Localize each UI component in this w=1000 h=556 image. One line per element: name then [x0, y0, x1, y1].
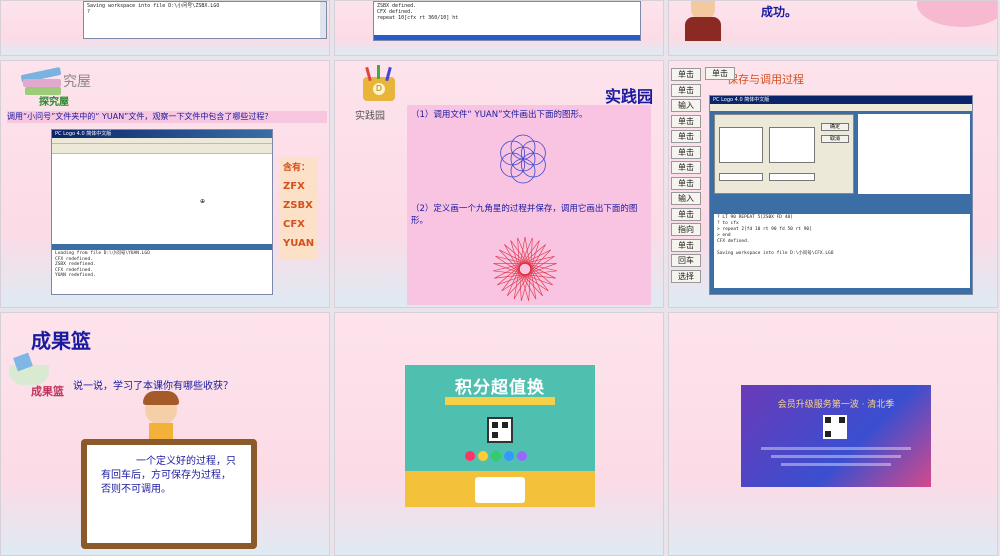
question-text: 说一说，学习了本课你有哪些收获？	[73, 381, 233, 392]
logo-window: PC Logo 4.0 简体中文版 ⊕ Loading from file D:…	[51, 129, 273, 295]
menu-bar[interactable]	[710, 104, 972, 111]
banner-title: 会员升级服务第一波 · 清北季	[777, 400, 895, 410]
step-label: 单击	[671, 176, 701, 190]
taskbar	[374, 35, 640, 40]
top-click-label: 单击	[705, 67, 735, 80]
pencil-cup-icon: D	[357, 65, 401, 101]
slide-sorter-grid: Saving workspace into file D:\小问号\ZSBX.L…	[0, 0, 1000, 556]
step-label: 输入	[671, 99, 701, 112]
console-text: Loading from file D:\小问号\YUAN.LGO CFX re…	[55, 251, 150, 278]
slide-thumbnail-6[interactable]: 保存与调用过程 单击 单击 单击 输入 单击 单击 单击 单击 单击 输入 单击…	[668, 60, 998, 308]
console-text: Saving workspace into file D:\小问号\ZSBX.L…	[87, 3, 220, 15]
console-text: ZSBX defined. CFX defined. repeat 10[cfx…	[377, 3, 459, 21]
cartoon-character	[679, 1, 727, 41]
step-label: 输入	[671, 192, 701, 205]
banner-subtitle-strip	[445, 397, 555, 405]
step-label: 单击	[671, 161, 701, 174]
banner-title: 积分超值换	[455, 378, 545, 398]
membership-banner[interactable]: 会员升级服务第一波 · 清北季	[741, 385, 931, 487]
slide-heading: 保存与调用过程	[727, 73, 804, 86]
fine-print-line	[771, 455, 901, 458]
promo-banner[interactable]: 积分超值换	[405, 365, 595, 507]
instruction-text: 调用“小问号”文件夹中的“ YUAN”文件，观察一下文件中包含了哪些过程？	[7, 111, 327, 123]
step-label: 单击	[671, 207, 701, 221]
contains-item: YUAN	[283, 238, 315, 249]
slide-thumbnail-7[interactable]: 成果篮 成果篮 说一说，学习了本课你有哪些收获？ 一个定义好的过程，只有回车后，…	[0, 312, 330, 556]
slide-thumbnail-2[interactable]: ZSBX defined. CFX defined. repeat 10[cfx…	[334, 0, 664, 56]
message-board: 一个定义好的过程，只有回车后，方可保存为过程，否则不可调用。	[81, 439, 257, 549]
ok-button[interactable]: 确定	[821, 123, 849, 131]
colored-dots	[465, 451, 535, 461]
window-titlebar: PC Logo 4.0 简体中文版	[710, 96, 972, 104]
contains-label: 含有：	[283, 163, 311, 173]
window-titlebar: PC Logo 4.0 简体中文版	[52, 130, 272, 138]
contains-item: ZFX	[283, 181, 305, 192]
slide-thumbnail-9[interactable]: 会员升级服务第一波 · 清北季	[668, 312, 998, 556]
boy-character	[141, 391, 181, 441]
flower-figure	[500, 134, 546, 184]
heading-caption: 探究屋	[39, 97, 69, 108]
turtle-cursor: ⊕	[200, 198, 206, 205]
step-label: 指向	[671, 223, 701, 236]
slide-thumbnail-5[interactable]: D 实践园 实践园 （1）调用文件“ YUAN”文件画出下面的图形。 （2）定义…	[334, 60, 664, 308]
banner-footer	[405, 471, 595, 507]
fine-print-line	[781, 463, 891, 466]
cancel-button[interactable]: 取消	[821, 135, 849, 143]
console-panel: ? LT 90 REPEAT 5[ZSBX FD 40] ? to cfx > …	[714, 208, 970, 288]
slide-title: 成果篮	[31, 329, 91, 353]
fine-print-line	[761, 447, 911, 450]
drive-select[interactable]	[769, 173, 815, 181]
drawing-canvas: ⊕	[52, 154, 272, 244]
step-label: 单击	[671, 114, 701, 128]
qr-code	[823, 415, 847, 439]
slide-thumbnail-8[interactable]: 积分超值换	[334, 312, 664, 556]
file-type-select[interactable]	[719, 173, 763, 181]
open-file-dialog: 确定 取消	[714, 114, 854, 194]
step-label-column: 单击 单击 输入 单击 单击 单击 单击 单击 输入 单击 指向 单击 回车 选…	[671, 68, 701, 285]
slide-thumbnail-4[interactable]: 究屋 探究屋 调用“小问号”文件夹中的“ YUAN”文件，观察一下文件中包含了哪…	[0, 60, 330, 308]
task-2: （2）定义画一个九角星的过程并保存，调用它画出下面的图形。	[411, 204, 638, 226]
drawing-canvas	[858, 114, 970, 194]
slide-thumbnail-1[interactable]: Saving workspace into file D:\小问号\ZSBX.L…	[0, 0, 330, 56]
contains-item: ZSBX	[283, 200, 313, 211]
folder-list[interactable]	[769, 127, 815, 163]
star-figure	[492, 236, 558, 301]
console-text: ? LT 90 REPEAT 5[ZSBX FD 40] ? to cfx > …	[717, 215, 834, 256]
step-label: 单击	[671, 145, 701, 159]
file-list[interactable]	[719, 127, 763, 163]
success-text: 成功。	[761, 5, 798, 19]
heading-top: 究屋	[63, 74, 91, 90]
step-label: 选择	[671, 269, 701, 283]
slide-title: 实践园	[604, 87, 653, 106]
board-text: 一个定义好的过程，只有回车后，方可保存为过程，否则不可调用。	[87, 445, 251, 543]
task-1: （1）调用文件“ YUAN”文件画出下面的图形。	[411, 110, 588, 120]
logo-window: Saving workspace into file D:\小问号\ZSBX.L…	[83, 1, 327, 39]
scrollbar[interactable]	[320, 2, 326, 38]
logo-caption: 成果篮	[31, 385, 64, 398]
step-label: 回车	[671, 254, 701, 267]
contains-list: 含有： ZFX ZSBX CFX YUAN	[279, 157, 319, 260]
step-label: 单击	[671, 238, 701, 252]
pink-blob	[917, 1, 997, 27]
task-panel: （1）调用文件“ YUAN”文件画出下面的图形。 （2）定义画一个九角星的过程并…	[407, 105, 651, 305]
step-label: 单击	[671, 130, 701, 143]
step-label: 单击	[671, 83, 701, 97]
logo-window: PC Logo 4.0 简体中文版 确定 取消 ? LT 90 REPEAT 5…	[709, 95, 973, 295]
step-label: 单击	[671, 68, 701, 81]
logo-caption: 实践园	[355, 111, 385, 122]
toolbar[interactable]	[52, 144, 272, 154]
qr-code	[487, 417, 513, 443]
slide-thumbnail-3[interactable]: 成功。	[668, 0, 998, 56]
contains-item: CFX	[283, 219, 305, 230]
logo-window: ZSBX defined. CFX defined. repeat 10[cfx…	[373, 1, 641, 41]
